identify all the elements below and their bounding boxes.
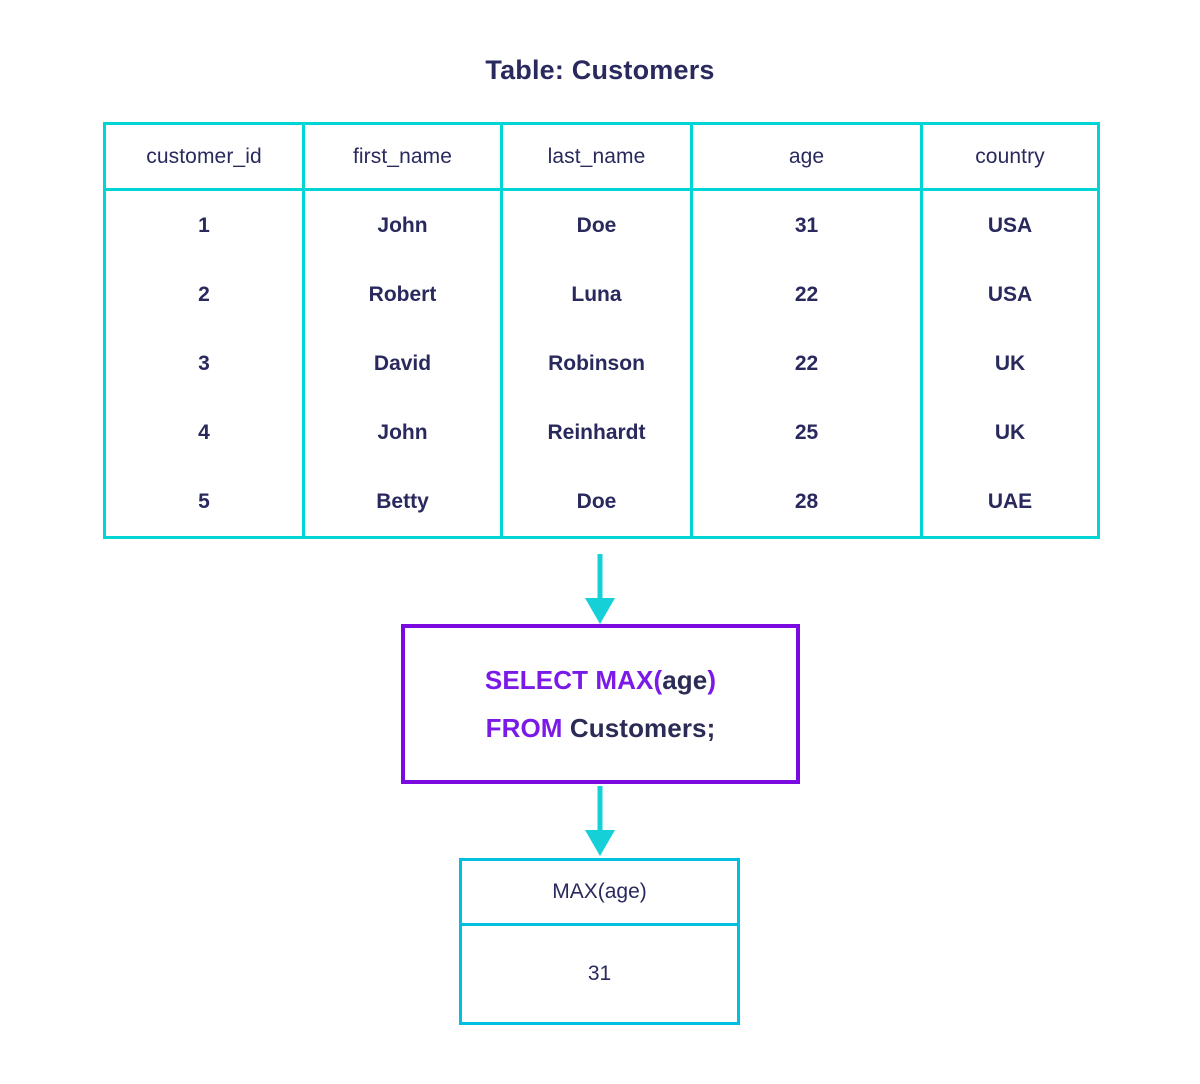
sql-keyword-from: FROM — [485, 713, 570, 743]
cell-country: USA — [920, 260, 1100, 329]
table-row: 4 John Reinhardt 25 UK — [103, 398, 1100, 467]
cell-first-name: John — [302, 398, 503, 467]
cell-last-name: Reinhardt — [500, 398, 693, 467]
cell-customer-id: 2 — [103, 260, 305, 329]
cell-last-name: Robinson — [500, 329, 693, 398]
table-to-query-arrow — [585, 554, 615, 624]
cell-age: 22 — [690, 329, 923, 398]
result-header-row: MAX(age) — [459, 858, 740, 926]
cell-country: USA — [920, 189, 1100, 260]
cell-first-name: John — [302, 189, 503, 260]
cell-customer-id: 1 — [103, 189, 305, 260]
diagram-title: Table: Customers — [485, 55, 715, 85]
column-header-age: age — [690, 122, 923, 191]
column-header-customer-id: customer_id — [103, 122, 305, 191]
cell-customer-id: 5 — [103, 467, 305, 539]
sql-query-line-1: SELECT MAX(age) — [485, 667, 716, 693]
cell-age: 25 — [690, 398, 923, 467]
cell-last-name: Doe — [500, 467, 693, 539]
table-row: 3 David Robinson 22 UK — [103, 329, 1100, 398]
result-row: 31 — [459, 923, 740, 1025]
sql-identifier-customers: Customers; — [569, 713, 716, 743]
table-row: 5 Betty Doe 28 UAE — [103, 467, 1100, 539]
table-row: 1 John Doe 31 USA — [103, 189, 1100, 260]
sql-keyword-select-max: SELECT MAX( — [484, 665, 663, 695]
cell-country: UK — [920, 329, 1100, 398]
sql-query-line-2: FROM Customers; — [486, 715, 716, 741]
table-header-row: customer_id first_name last_name age cou… — [103, 122, 1100, 191]
table-row: 2 Robert Luna 22 USA — [103, 260, 1100, 329]
cell-customer-id: 4 — [103, 398, 305, 467]
customers-table: customer_id first_name last_name age cou… — [103, 122, 1100, 539]
column-header-last-name: last_name — [500, 122, 693, 191]
query-to-result-arrow — [585, 786, 615, 856]
sql-identifier-age: age — [662, 665, 708, 695]
result-cell-max-age: 31 — [459, 923, 740, 1025]
diagram-canvas: Table: Customers customer_id first_name … — [0, 0, 1200, 1084]
cell-country: UK — [920, 398, 1100, 467]
cell-first-name: Betty — [302, 467, 503, 539]
cell-customer-id: 3 — [103, 329, 305, 398]
sql-paren-close: ) — [707, 665, 717, 695]
cell-first-name: David — [302, 329, 503, 398]
result-column-header-max-age: MAX(age) — [459, 858, 740, 926]
cell-age: 28 — [690, 467, 923, 539]
cell-age: 22 — [690, 260, 923, 329]
cell-first-name: Robert — [302, 260, 503, 329]
column-header-country: country — [920, 122, 1100, 191]
column-header-first-name: first_name — [302, 122, 503, 191]
cell-last-name: Luna — [500, 260, 693, 329]
cell-country: UAE — [920, 467, 1100, 539]
sql-query-box: SELECT MAX(age) FROM Customers; — [401, 624, 800, 784]
cell-last-name: Doe — [500, 189, 693, 260]
cell-age: 31 — [690, 189, 923, 260]
result-table: MAX(age) 31 — [459, 858, 740, 1025]
